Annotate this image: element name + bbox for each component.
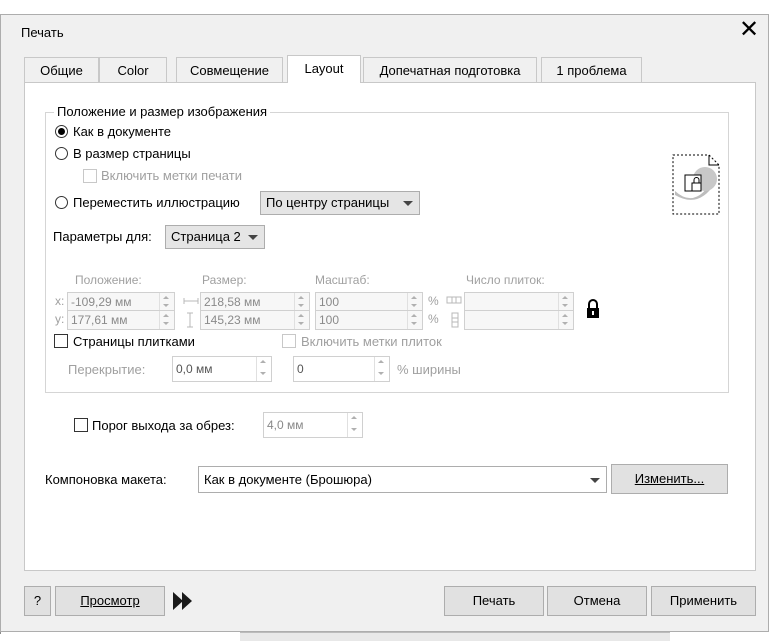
layout-label: Компоновка макета: bbox=[45, 472, 167, 487]
size-header: Размер: bbox=[202, 273, 247, 287]
width-value: 218,58 мм bbox=[204, 295, 261, 309]
edit-layout-label: Изменить... bbox=[634, 471, 705, 486]
percent-x: % bbox=[428, 294, 439, 308]
tiles-horizontal-icon bbox=[446, 296, 462, 304]
bleed-label: Порог выхода за обрез: bbox=[92, 418, 235, 433]
chevron-down-icon bbox=[403, 201, 413, 206]
layout-select[interactable]: Как в документе (Брошюра) bbox=[198, 466, 607, 493]
dialog-title: Печать bbox=[21, 25, 64, 40]
spin-buttons[interactable] bbox=[558, 293, 573, 311]
spin-buttons[interactable] bbox=[407, 311, 422, 329]
tiles-header: Число плиток: bbox=[466, 273, 545, 287]
print-dialog: Печать ✕ Общие Color Совмещение Layout Д… bbox=[0, 14, 769, 632]
scale-y-field[interactable]: 100 bbox=[315, 310, 423, 330]
expand-preview-icon[interactable] bbox=[171, 591, 195, 611]
position-header: Положение: bbox=[75, 273, 142, 287]
tile-pages-label: Страницы плитками bbox=[73, 334, 195, 349]
spin-buttons[interactable] bbox=[159, 311, 174, 329]
spin-buttons[interactable] bbox=[256, 357, 271, 381]
percent-y: % bbox=[428, 312, 439, 326]
include-print-marks-label: Включить метки печати bbox=[101, 168, 242, 183]
include-tile-marks-checkbox[interactable] bbox=[282, 334, 296, 348]
help-button[interactable]: ? bbox=[24, 586, 51, 616]
overlap-percent-value: 0 bbox=[297, 362, 304, 376]
background-window-strip bbox=[240, 632, 670, 641]
scale-header: Масштаб: bbox=[315, 273, 370, 287]
chevron-down-icon bbox=[248, 235, 258, 240]
height-value: 145,23 мм bbox=[204, 313, 261, 327]
overlap-label: Перекрытие: bbox=[68, 362, 146, 377]
y-position-field[interactable]: 177,61 мм bbox=[67, 310, 175, 330]
apply-button[interactable]: Применить bbox=[651, 586, 756, 616]
params-for-value: Страница 2 bbox=[171, 229, 241, 244]
scale-y-value: 100 bbox=[319, 313, 340, 327]
y-position-value: 177,61 мм bbox=[71, 313, 128, 327]
tab-color[interactable]: Color bbox=[99, 57, 167, 82]
tab-issues[interactable]: 1 проблема bbox=[541, 57, 642, 82]
as-in-document-label: Как в документе bbox=[73, 124, 172, 139]
spin-buttons[interactable] bbox=[294, 293, 309, 311]
height-field[interactable]: 145,23 мм bbox=[200, 310, 310, 330]
params-for-label: Параметры для: bbox=[53, 229, 152, 244]
include-print-marks-checkbox[interactable] bbox=[83, 169, 97, 183]
group-title: Положение и размер изображения bbox=[54, 104, 271, 119]
tiles-vertical-icon bbox=[451, 312, 459, 328]
spin-buttons[interactable] bbox=[558, 311, 573, 329]
spin-buttons[interactable] bbox=[159, 293, 174, 311]
lock-icon[interactable] bbox=[585, 299, 601, 319]
tiles-x-field[interactable] bbox=[464, 292, 574, 312]
chevron-down-icon bbox=[590, 478, 600, 483]
fit-page-radio[interactable] bbox=[55, 147, 68, 160]
y-label: y: bbox=[55, 312, 65, 326]
move-option-select[interactable]: По центру страницы bbox=[260, 191, 420, 215]
bleed-value: 4,0 мм bbox=[267, 418, 304, 432]
x-position-field[interactable]: -109,29 мм bbox=[67, 292, 175, 312]
width-arrow-icon bbox=[183, 298, 199, 304]
as-in-document-radio[interactable] bbox=[55, 125, 68, 138]
params-for-select[interactable]: Страница 2 bbox=[165, 225, 265, 249]
spin-buttons[interactable] bbox=[347, 413, 362, 437]
move-illustration-radio[interactable] bbox=[55, 196, 68, 209]
preview-button[interactable]: Просмотр bbox=[55, 586, 165, 616]
preview-label: Просмотр bbox=[80, 593, 140, 608]
height-arrow-icon bbox=[187, 312, 193, 328]
tab-registration[interactable]: Совмещение bbox=[176, 57, 283, 82]
tiles-y-field[interactable] bbox=[464, 310, 574, 330]
x-label: x: bbox=[55, 294, 65, 308]
overlap-field[interactable]: 0,0 мм bbox=[172, 356, 272, 382]
bleed-field[interactable]: 4,0 мм bbox=[263, 412, 363, 438]
layout-panel: Положение и размер изображения Как в док… bbox=[24, 82, 756, 571]
edit-layout-button[interactable]: Изменить... bbox=[611, 464, 728, 494]
page-preview-icon bbox=[672, 154, 720, 215]
move-option-value: По центру страницы bbox=[266, 195, 390, 210]
overlap-value: 0,0 мм bbox=[176, 362, 213, 376]
fit-page-label: В размер страницы bbox=[73, 146, 191, 161]
layout-value: Как в документе (Брошюра) bbox=[204, 472, 372, 487]
move-illustration-label: Переместить иллюстрацию bbox=[73, 195, 240, 210]
cancel-button[interactable]: Отмена bbox=[547, 586, 647, 616]
tile-pages-checkbox[interactable] bbox=[54, 334, 68, 348]
spin-buttons[interactable] bbox=[294, 311, 309, 329]
width-field[interactable]: 218,58 мм bbox=[200, 292, 310, 312]
bleed-checkbox[interactable] bbox=[74, 418, 88, 432]
x-position-value: -109,29 мм bbox=[71, 295, 132, 309]
close-icon: ✕ bbox=[738, 16, 760, 43]
scale-x-field[interactable]: 100 bbox=[315, 292, 423, 312]
close-button[interactable]: ✕ bbox=[734, 18, 764, 44]
include-tile-marks-label: Включить метки плиток bbox=[301, 334, 442, 349]
overlap-percent-suffix: % ширины bbox=[397, 362, 461, 377]
spin-buttons[interactable] bbox=[374, 357, 389, 381]
scale-x-value: 100 bbox=[319, 295, 340, 309]
tab-layout[interactable]: Layout bbox=[287, 55, 361, 83]
tab-prepress[interactable]: Допечатная подготовка bbox=[363, 57, 537, 82]
tab-general[interactable]: Общие bbox=[24, 57, 99, 82]
spin-buttons[interactable] bbox=[407, 293, 422, 311]
overlap-percent-field[interactable]: 0 bbox=[293, 356, 390, 382]
print-button[interactable]: Печать bbox=[444, 586, 544, 616]
